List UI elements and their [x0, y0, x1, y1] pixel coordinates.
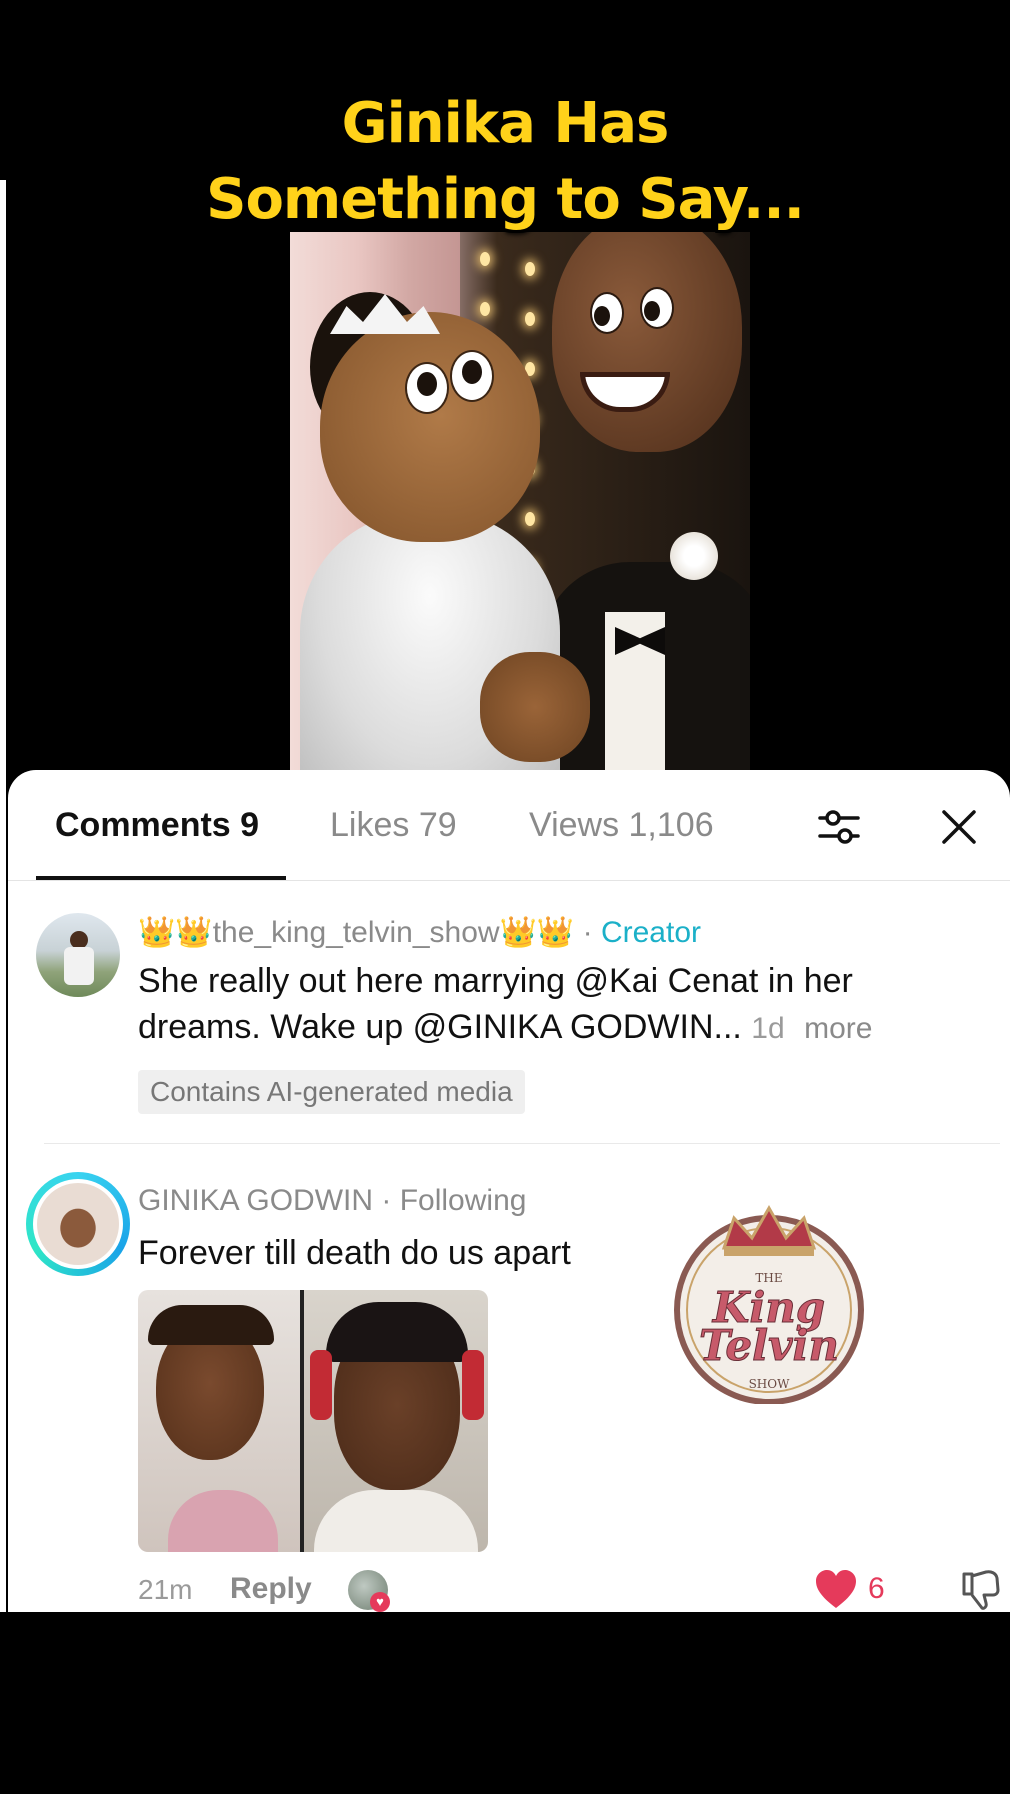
separator: ·	[582, 916, 593, 949]
comment-2-author-line[interactable]: GINIKA GODWIN · Following	[138, 1184, 526, 1218]
comment-1-text: She really out here marrying @Kai Cenat …	[138, 958, 968, 1052]
comment-2-time: 21m	[138, 1574, 193, 1605]
heart-icon[interactable]	[814, 1568, 858, 1612]
bride-eye	[450, 350, 494, 402]
divider	[8, 880, 1010, 881]
comment-divider	[44, 1143, 1000, 1144]
comment-2-actions: 21m Reply ♥ 6	[8, 1570, 1010, 1612]
tab-comments[interactable]: Comments 9	[55, 806, 259, 845]
heart-badge-icon: ♥	[370, 1592, 390, 1612]
video-thumbnail[interactable]	[290, 232, 750, 774]
attachment-right-photo	[304, 1290, 488, 1552]
left-edge-line	[0, 180, 6, 1612]
close-icon[interactable]	[936, 804, 982, 850]
tab-bar: Comments 9 Likes 79 Views 1,106	[8, 806, 1010, 858]
separator: ·	[381, 1184, 392, 1217]
like-count: 6	[868, 1572, 885, 1605]
caption-line-1: Ginika Has	[341, 91, 670, 156]
boutonniere	[670, 532, 718, 580]
caption-line-2: Something to Say...	[206, 167, 805, 232]
creator-avatar[interactable]	[36, 913, 120, 997]
comment-1-username[interactable]: 👑👑the_king_telvin_show👑👑	[138, 916, 574, 949]
ginika-avatar	[37, 1183, 119, 1265]
king-telvin-show-logo: THE King Telvin SHOW	[662, 1190, 876, 1405]
groom-head	[552, 232, 742, 452]
ginika-avatar-ring[interactable]	[26, 1172, 130, 1276]
ai-generated-badge[interactable]: Contains AI-generated media	[138, 1070, 525, 1114]
following-tag: Following	[399, 1184, 527, 1217]
comment-1-line-1: She really out here marrying @Kai Cenat …	[138, 962, 853, 1000]
groom-eye	[640, 287, 674, 329]
comment-2-username[interactable]: GINIKA GODWIN	[138, 1184, 373, 1217]
clasped-hands	[480, 652, 590, 762]
comment-1-line-2-text: dreams. Wake up @GINIKA GODWIN...	[138, 1008, 742, 1046]
dislike-icon[interactable]	[958, 1568, 1002, 1612]
more-link[interactable]: more	[804, 1012, 872, 1045]
creator-tag: Creator	[600, 916, 702, 949]
comment-2-text: Forever till death do us apart	[138, 1234, 571, 1272]
comment-1-line-2: dreams. Wake up @GINIKA GODWIN... 1d mor…	[138, 1004, 968, 1052]
comment-attachment-image[interactable]	[138, 1290, 488, 1552]
tab-views[interactable]: Views 1,106	[529, 806, 714, 845]
comment-1-author-line[interactable]: 👑👑the_king_telvin_show👑👑 · Creator	[138, 915, 701, 950]
logo-bottom-text: SHOW	[749, 1377, 791, 1391]
bride-head	[320, 312, 540, 542]
logo-line-2: Telvin	[699, 1321, 839, 1370]
sliders-icon[interactable]	[816, 804, 862, 850]
bride-eye	[405, 362, 449, 414]
groom-eye	[590, 292, 624, 334]
tab-likes[interactable]: Likes 79	[330, 806, 457, 845]
comment-1-time: 1d	[751, 1012, 785, 1045]
reply-button[interactable]: Reply	[230, 1572, 312, 1606]
video-caption: Ginika Has Something to Say...	[0, 86, 1010, 238]
comments-panel: Comments 9 Likes 79 Views 1,106 👑👑the_ki…	[8, 770, 1010, 1612]
attachment-left-photo	[138, 1290, 300, 1552]
creator-liked-avatar: ♥	[348, 1570, 390, 1612]
